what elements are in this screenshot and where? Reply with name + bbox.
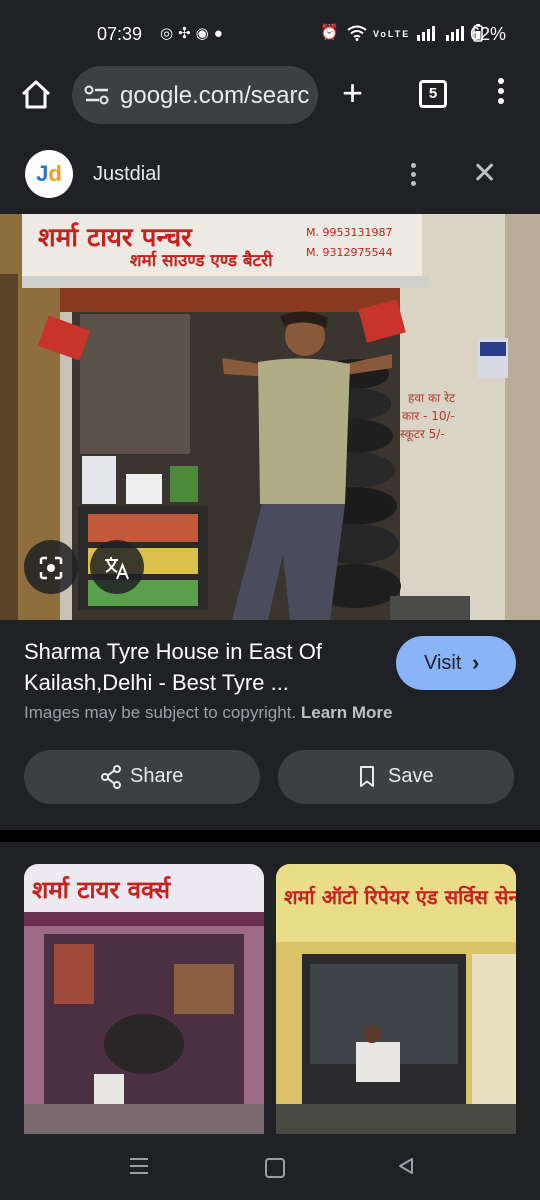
visit-label: Visit	[424, 652, 462, 674]
share-button[interactable]: Share	[24, 750, 260, 804]
source-name[interactable]: Justdial	[93, 163, 161, 186]
address-bar[interactable]: google.com/search	[72, 66, 318, 124]
close-icon[interactable]: ✕	[472, 159, 497, 189]
save-button[interactable]: Save	[278, 750, 514, 804]
justdial-logo: Jd	[25, 150, 73, 198]
google-lens-button[interactable]	[24, 540, 78, 594]
visit-button[interactable]: Visit ›	[396, 636, 516, 690]
chat-icon: ●	[213, 25, 228, 42]
new-tab-button[interactable]: +	[342, 75, 363, 111]
signal-icon-2	[445, 26, 464, 42]
status-time: 07:39	[97, 24, 143, 44]
lens-icon	[39, 556, 63, 580]
copyright-text: Images may be subject to copyright.	[24, 703, 297, 722]
battery-percent: 62%	[470, 24, 507, 44]
share-icon	[101, 765, 121, 789]
save-label: Save	[388, 765, 434, 787]
signal-icon	[417, 26, 436, 42]
related-image-1[interactable]: शर्मा टायर वर्क्स	[24, 864, 264, 1134]
translate-button[interactable]	[90, 540, 144, 594]
url-text[interactable]: google.com/search	[120, 82, 310, 110]
back-icon[interactable]	[396, 1156, 416, 1176]
signboard-phone2: M. 9312975544	[306, 246, 392, 259]
signboard-phone1: M. 9953131987	[306, 226, 392, 239]
related-sign-2: शर्मा ऑटो रिपेयर एंड सर्विस सेन्टर	[284, 885, 516, 909]
browser-toolbar: google.com/search + 5	[0, 66, 540, 136]
image-result-panel: Jd Justdial ✕ शर्मा टायर पन्चर शर्मा साउ…	[0, 136, 540, 830]
status-bar: 07:39 ◎✣◉● ⏰ VoLTE 62%	[0, 0, 540, 66]
related-sign-1: शर्मा टायर वर्क्स	[32, 876, 171, 904]
site-settings-icon[interactable]	[84, 83, 110, 107]
wall-text-line2: कार - 10/-	[402, 409, 455, 423]
source-more-icon[interactable]	[411, 163, 416, 190]
wall-text-line1: हवा का रेट	[408, 391, 456, 405]
alarm-icon: ⏰	[320, 24, 341, 41]
pinwheel-icon: ✣	[178, 25, 196, 42]
source-header: Jd Justdial ✕	[0, 136, 540, 214]
learn-more-link[interactable]: Learn More	[301, 703, 393, 722]
volte-icon: VoLTE	[373, 29, 411, 39]
related-image-2[interactable]: शर्मा ऑटो रिपेयर एंड सर्विस सेन्टर	[276, 864, 516, 1134]
whatsapp-icon: ◎	[160, 25, 179, 42]
translate-icon	[105, 557, 129, 580]
tab-switcher-button[interactable]: 5	[419, 80, 447, 108]
signboard-line2: शर्मा साउण्ड एण्ड बैटरी	[130, 250, 273, 271]
related-images: शर्मा टायर वर्क्स शर्मा ऑटो रिपेयर एंड स…	[0, 842, 540, 1136]
more-menu-icon[interactable]	[498, 78, 504, 108]
signboard-line1: शर्मा टायर पन्चर	[38, 222, 193, 253]
navigation-bar	[0, 1136, 540, 1200]
result-title[interactable]: Sharma Tyre House in East Of Kailash,Del…	[24, 636, 384, 698]
recents-icon[interactable]	[130, 1158, 148, 1179]
chevron-right-icon: ›	[472, 650, 480, 675]
home-nav-icon[interactable]	[265, 1158, 285, 1178]
copyright-notice: Images may be subject to copyright. Lear…	[24, 703, 393, 723]
shop-photo: शर्मा टायर पन्चर शर्मा साउण्ड एण्ड बैटरी…	[0, 214, 540, 620]
notification-icons: ◎✣◉●	[160, 24, 228, 42]
wifi-icon	[347, 25, 367, 42]
share-label: Share	[130, 765, 184, 787]
system-icons: ⏰ VoLTE	[320, 23, 483, 42]
home-icon[interactable]	[20, 79, 52, 111]
main-image[interactable]: शर्मा टायर पन्चर शर्मा साउण्ड एण्ड बैटरी…	[0, 214, 540, 620]
bookmark-icon	[360, 766, 374, 787]
wall-text-line3: स्कूटर 5/-	[400, 427, 445, 442]
messenger-icon: ◉	[195, 25, 214, 42]
